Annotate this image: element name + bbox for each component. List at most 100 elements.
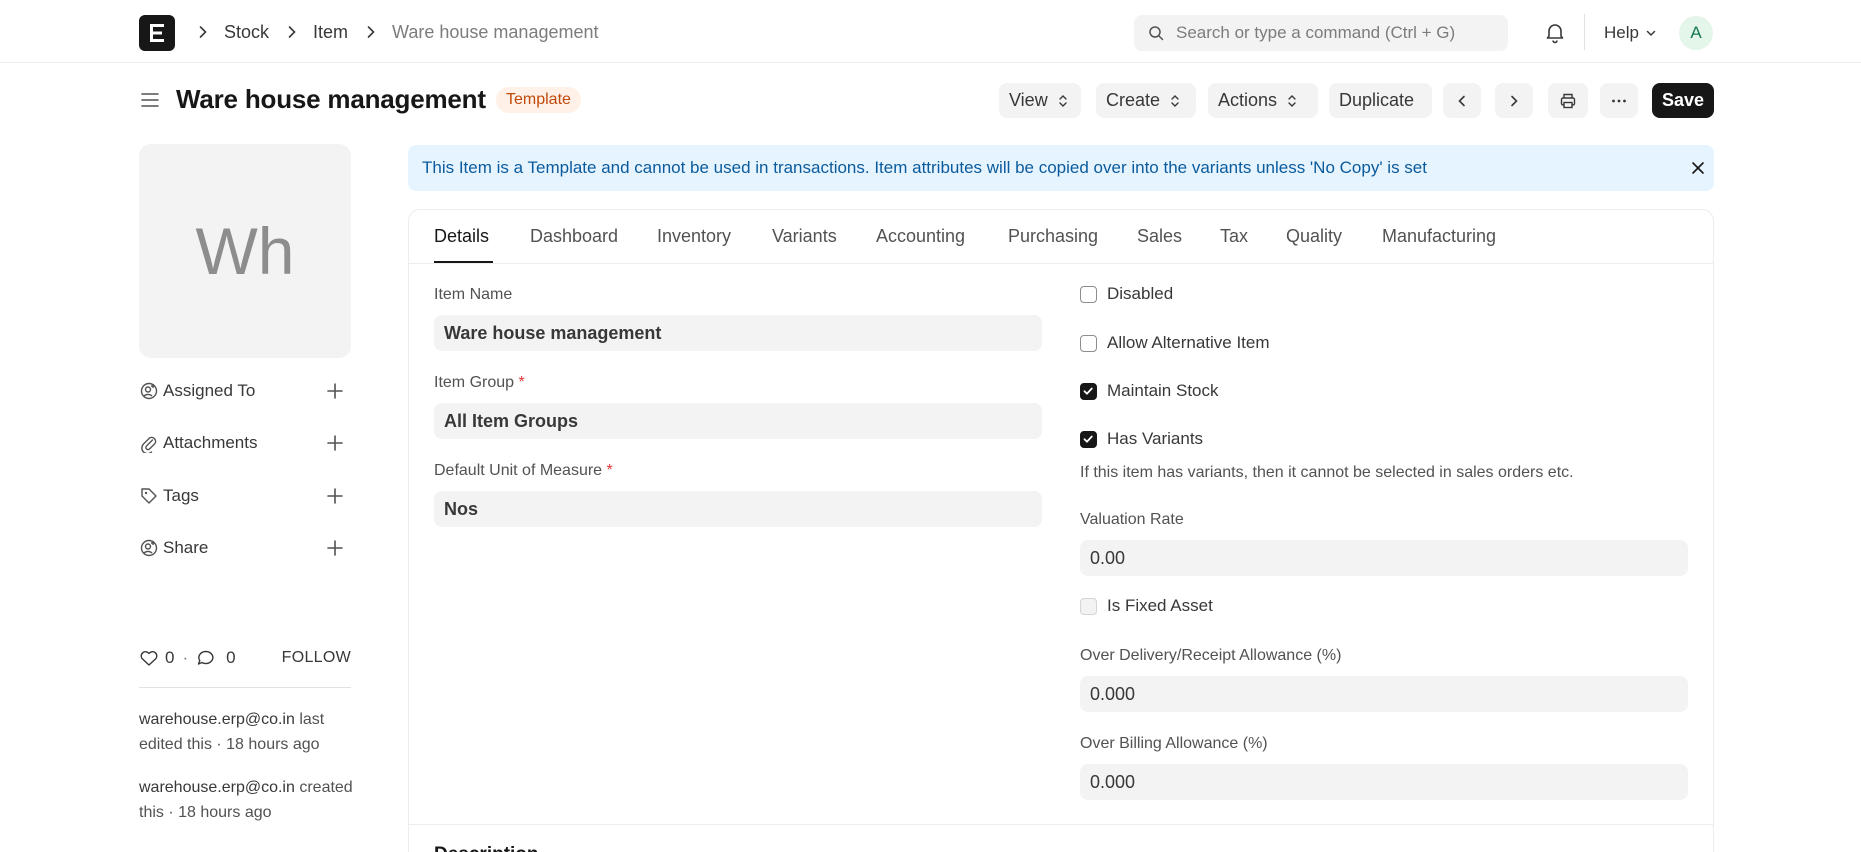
checkbox-unchecked[interactable] bbox=[1080, 285, 1097, 303]
duplicate-button[interactable]: Duplicate bbox=[1329, 83, 1432, 118]
close-icon[interactable] bbox=[1689, 159, 1707, 177]
search-icon bbox=[1149, 26, 1164, 41]
required-mark: * bbox=[518, 374, 525, 391]
active-tab-indicator bbox=[434, 261, 493, 263]
app-logo-icon[interactable] bbox=[139, 15, 175, 51]
item-name-field[interactable]: Ware house management bbox=[434, 315, 1042, 351]
tab-purchasing[interactable]: Purchasing bbox=[1008, 226, 1098, 247]
tab-variants[interactable]: Variants bbox=[772, 226, 837, 247]
uom-field[interactable]: Nos bbox=[434, 491, 1042, 527]
ellipsis-icon bbox=[1612, 99, 1626, 102]
uom-label: Default Unit of Measure * bbox=[434, 462, 613, 480]
plus-icon[interactable] bbox=[325, 381, 345, 401]
view-button[interactable]: View bbox=[999, 83, 1081, 118]
sidebar-item-attachments[interactable]: Attachments bbox=[139, 431, 351, 455]
tab-dashboard[interactable]: Dashboard bbox=[530, 226, 618, 247]
save-button[interactable]: Save bbox=[1652, 83, 1714, 118]
breadcrumb-item[interactable]: Item bbox=[313, 22, 348, 43]
separator-dot: · bbox=[182, 648, 189, 667]
chevron-down-icon bbox=[1646, 30, 1656, 37]
has-variants-label: Has Variants bbox=[1107, 429, 1204, 448]
actions-button[interactable]: Actions bbox=[1208, 83, 1318, 118]
breadcrumb-stock[interactable]: Stock bbox=[224, 22, 269, 43]
sidebar-item-share[interactable]: Share bbox=[139, 536, 351, 560]
select-arrows-icon bbox=[1059, 94, 1067, 107]
alert-text: This Item is a Template and cannot be us… bbox=[422, 158, 1427, 177]
maintain-stock-checkbox[interactable]: Maintain Stock bbox=[1080, 381, 1219, 401]
activity-last-edited: warehouse.erp@co.in last edited this · 1… bbox=[139, 707, 359, 757]
has-variants-checkbox[interactable]: Has Variants bbox=[1080, 429, 1203, 449]
breadcrumb-current[interactable]: Ware house management bbox=[392, 22, 598, 43]
checkbox-disabled bbox=[1080, 597, 1097, 615]
comment-icon[interactable] bbox=[196, 649, 216, 667]
tab-manufacturing[interactable]: Manufacturing bbox=[1382, 226, 1496, 247]
tag-icon bbox=[141, 488, 157, 504]
check-icon bbox=[1083, 387, 1093, 395]
chevron-right-icon bbox=[1511, 95, 1518, 106]
tab-inventory[interactable]: Inventory bbox=[657, 226, 731, 247]
required-mark: * bbox=[606, 462, 613, 479]
over-billing-field[interactable]: 0.000 bbox=[1080, 764, 1688, 800]
uom-label-text: Default Unit of Measure bbox=[434, 462, 603, 479]
sidebar-divider bbox=[139, 687, 351, 688]
create-button-label: Create bbox=[1106, 90, 1161, 110]
plus-icon[interactable] bbox=[325, 433, 345, 453]
tab-accounting[interactable]: Accounting bbox=[876, 226, 965, 247]
create-button[interactable]: Create bbox=[1096, 83, 1196, 118]
tab-tax[interactable]: Tax bbox=[1220, 226, 1248, 247]
item-image-placeholder[interactable]: Wh bbox=[139, 144, 351, 358]
top-navbar: Stock Item Ware house management Help A bbox=[0, 0, 1861, 63]
help-dropdown[interactable]: Help bbox=[1604, 21, 1657, 45]
like-count: 0 bbox=[165, 648, 175, 667]
item-group-field[interactable]: All Item Groups bbox=[434, 403, 1042, 439]
allow-alternative-checkbox[interactable]: Allow Alternative Item bbox=[1080, 333, 1270, 353]
sidebar-item-assigned-to[interactable]: Assigned To bbox=[139, 379, 351, 403]
description-section-title[interactable]: Description bbox=[434, 844, 539, 852]
follow-button[interactable]: FOLLOW bbox=[282, 649, 351, 667]
sidebar-item-tags[interactable]: Tags bbox=[139, 484, 351, 508]
navbar-divider bbox=[1584, 14, 1585, 50]
print-button[interactable] bbox=[1548, 83, 1588, 118]
maintain-stock-label: Maintain Stock bbox=[1107, 381, 1219, 400]
search-input[interactable] bbox=[1176, 15, 1496, 51]
disabled-label: Disabled bbox=[1107, 284, 1174, 303]
sidebar-item-label: Tags bbox=[163, 486, 199, 505]
valuation-rate-label: Valuation Rate bbox=[1080, 511, 1184, 528]
tab-quality[interactable]: Quality bbox=[1286, 226, 1342, 247]
search-bar[interactable] bbox=[1134, 15, 1508, 51]
plus-icon[interactable] bbox=[325, 538, 345, 558]
chevron-right-icon bbox=[288, 26, 296, 38]
plus-icon[interactable] bbox=[325, 486, 345, 506]
tab-sales[interactable]: Sales bbox=[1137, 226, 1182, 247]
form-card: Details Dashboard Inventory Variants Acc… bbox=[408, 209, 1714, 852]
chevron-left-icon bbox=[1458, 95, 1465, 106]
sidebar-item-label: Share bbox=[163, 538, 209, 557]
sidebar-toggle-icon[interactable] bbox=[139, 89, 161, 111]
checkbox-unchecked[interactable] bbox=[1080, 334, 1097, 352]
paperclip-icon bbox=[141, 436, 157, 453]
breadcrumb: Stock Item Ware house management bbox=[194, 21, 613, 43]
next-record-button[interactable] bbox=[1495, 83, 1533, 118]
checkbox-checked[interactable] bbox=[1080, 430, 1097, 448]
status-badge: Template bbox=[496, 87, 581, 113]
over-delivery-field[interactable]: 0.000 bbox=[1080, 676, 1688, 712]
help-label: Help bbox=[1604, 23, 1639, 42]
heart-icon[interactable] bbox=[139, 649, 159, 667]
allow-alternative-label: Allow Alternative Item bbox=[1107, 333, 1270, 352]
fixed-asset-checkbox[interactable]: Is Fixed Asset bbox=[1080, 596, 1213, 616]
checkbox-checked[interactable] bbox=[1080, 382, 1097, 400]
fixed-asset-label: Is Fixed Asset bbox=[1107, 596, 1213, 615]
user-avatar[interactable]: A bbox=[1679, 16, 1713, 50]
tab-details[interactable]: Details bbox=[434, 226, 489, 247]
bell-icon[interactable] bbox=[1543, 20, 1567, 44]
has-variants-help: If this item has variants, then it canno… bbox=[1080, 464, 1574, 481]
previous-record-button[interactable] bbox=[1443, 83, 1481, 118]
sidebar-item-label: Assigned To bbox=[163, 381, 256, 400]
activity-user[interactable]: warehouse.erp@co.in bbox=[139, 779, 295, 796]
disabled-checkbox[interactable]: Disabled bbox=[1080, 284, 1173, 304]
activity-user[interactable]: warehouse.erp@co.in bbox=[139, 711, 295, 728]
valuation-rate-field[interactable]: 0.00 bbox=[1080, 540, 1688, 576]
printer-icon bbox=[1560, 93, 1576, 108]
view-button-label: View bbox=[1009, 90, 1048, 110]
more-options-button[interactable] bbox=[1600, 83, 1638, 118]
